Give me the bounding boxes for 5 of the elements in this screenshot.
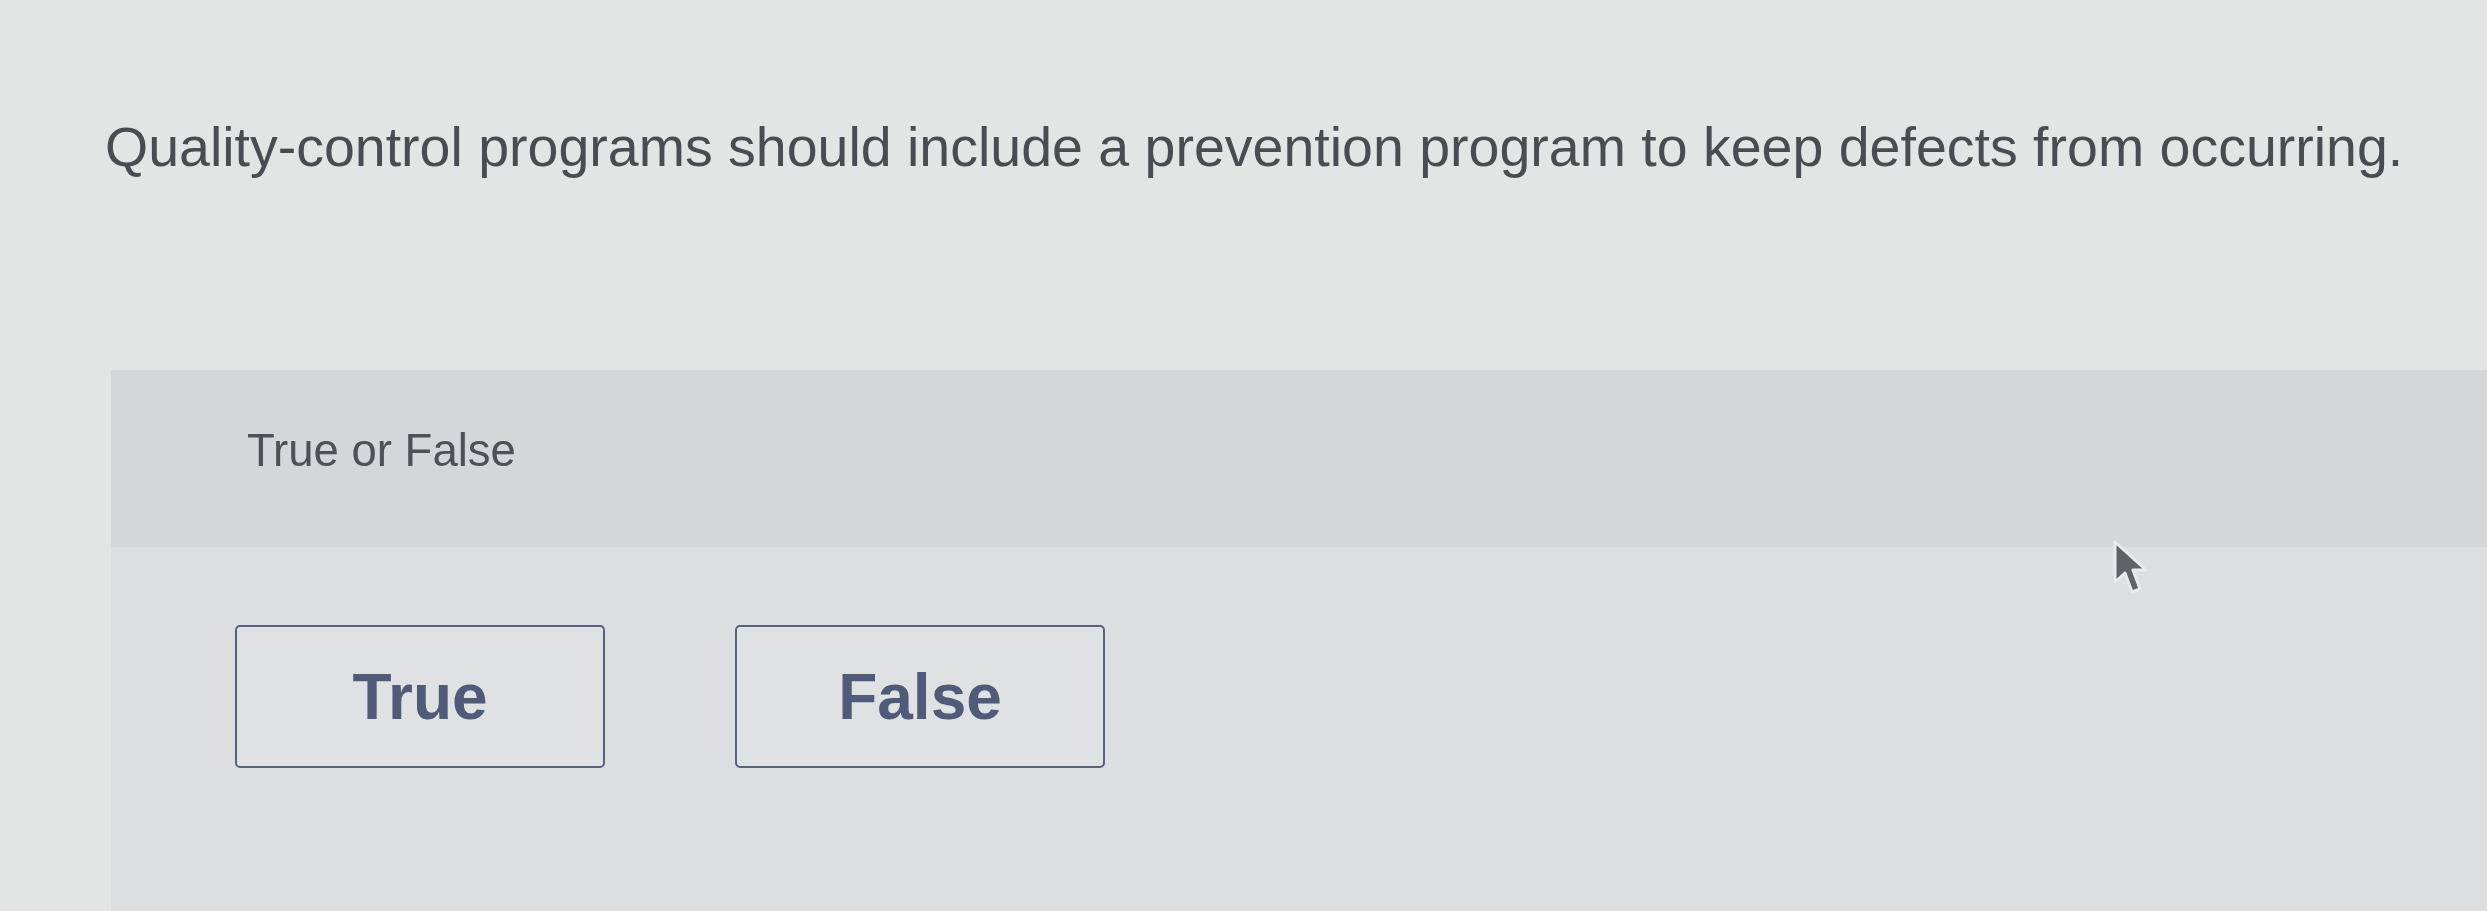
answer-choice-button[interactable]: True (235, 625, 605, 768)
answer-choice-button[interactable]: False (735, 625, 1105, 768)
mouse-pointer-icon (2112, 540, 2148, 596)
question-type-label: True or False (247, 424, 516, 478)
question-text: Quality-control programs should include a prevention program to keep defects from occurring. (105, 115, 2404, 180)
